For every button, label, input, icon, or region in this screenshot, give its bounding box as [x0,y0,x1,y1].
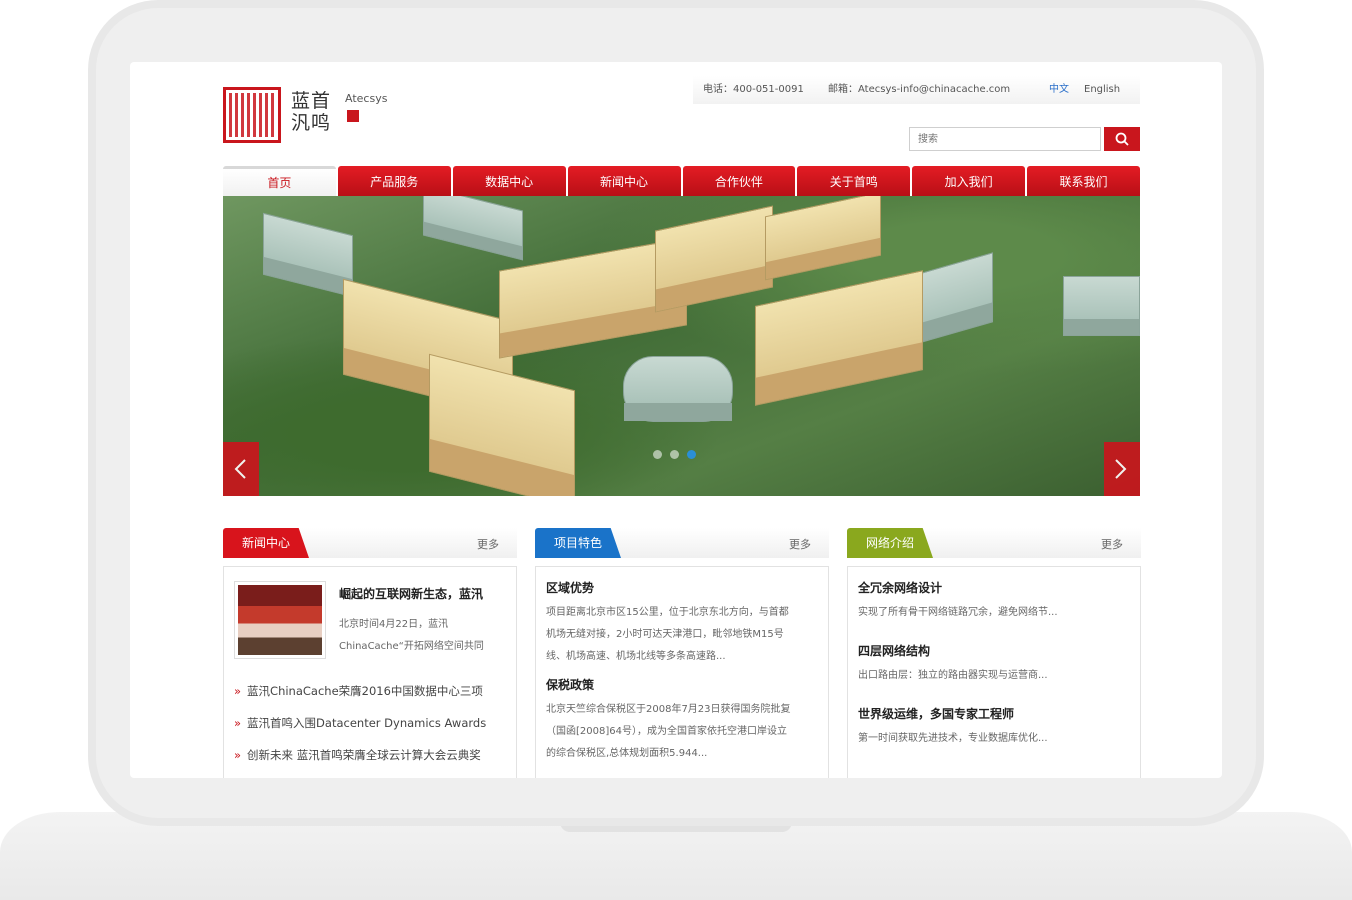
main-nav: 首页 产品服务 数据中心 新闻中心 合作伙伴 关于首鸣 加入我们 联系我们 [223,166,1140,196]
nav-item-news[interactable]: 新闻中心 [567,166,681,196]
nav-item-products[interactable]: 产品服务 [337,166,451,196]
list-item[interactable]: 创新未来 蓝汛首鸣荣膺全球云计算大会云典奖 [234,745,486,777]
banner-dot[interactable] [653,450,662,459]
network-section-text: 第一时间获取先进技术，专业数据库优化... [858,733,1048,744]
news-list: 蓝汛ChinaCache荣膺2016中国数据中心三项 蓝汛首鸣入围Datacen… [234,681,486,777]
project-section-text: （国函[2008]64号），成为全国首家依托空港口岸设立 [546,726,787,737]
news-tab[interactable]: 新闻中心 [223,528,309,558]
project-section-text: 北京天竺综合保税区于2008年7月23日获得国务院批复 [546,704,791,715]
project-tab[interactable]: 项目特色 [535,528,621,558]
nav-item-partners[interactable]: 合作伙伴 [682,166,796,196]
banner-dot-active[interactable] [687,450,696,459]
laptop-device: 蓝首汎鸣 Atecsys 电话：400-051-0091 邮箱：Atecsys-… [0,0,1352,900]
banner-next-button[interactable] [1104,442,1140,496]
network-section-text: 出口路由层：独立的路由器实现与运营商... [858,670,1048,681]
project-section-text: 的综合保税区,总体规划面积5.944... [546,748,708,759]
news-featured-date: 北京时间4月22日，蓝汛 [339,619,449,630]
lang-english-link[interactable]: English [1084,76,1120,104]
news-featured-summary: ChinaCache“开拓网络空间共同 [339,641,484,652]
network-section-title[interactable]: 世界级运维，多国专家工程师 [858,705,1130,722]
nav-item-about[interactable]: 关于首鸣 [797,166,911,196]
search-icon [1115,132,1129,146]
nav-item-contact[interactable]: 联系我们 [1027,166,1140,196]
logo-seal-icon[interactable] [223,87,281,143]
nav-item-datacenter[interactable]: 数据中心 [452,166,566,196]
list-item[interactable]: 蓝汛ChinaCache荣膺2016中国数据中心三项 [234,681,486,713]
project-section-text: 线、机场高速、机场北线等多条高速路... [546,651,726,662]
banner-dots [653,450,696,459]
project-more-link[interactable]: 更多 [789,536,811,552]
lang-chinese-link[interactable]: 中文 [1049,76,1069,104]
laptop-screen: 蓝首汎鸣 Atecsys 电话：400-051-0091 邮箱：Atecsys-… [130,62,1222,778]
hero-banner-image [223,196,1140,496]
search-input[interactable] [909,127,1101,151]
logo-chinese-name: 蓝首汎鸣 [291,90,332,134]
banner-dot[interactable] [670,450,679,459]
logo-badge-icon [347,110,359,122]
news-featured-title[interactable]: 崛起的互联网新生态，蓝汛 [339,585,483,602]
chevron-right-icon [1115,459,1127,479]
network-section-title[interactable]: 四层网络结构 [858,642,1130,659]
news-more-link[interactable]: 更多 [477,536,499,552]
project-section-text: 机场无缝对接，2小时可达天津港口，毗邻地铁M15号 [546,629,784,640]
email-text: 邮箱：Atecsys-info@chinacache.com [828,84,1011,95]
network-more-link[interactable]: 更多 [1101,536,1123,552]
network-tab[interactable]: 网络介绍 [847,528,933,558]
nav-item-join[interactable]: 加入我们 [912,166,1026,196]
network-panel: 网络介绍 更多 全冗余网络设计 实现了所有骨干网络链路冗余，避免网络节... 四… [847,528,1141,778]
project-panel: 项目特色 更多 区域优势 项目距离北京市区15公里，位于北京东北方向，与首都 机… [535,528,829,778]
network-section-text: 实现了所有骨干网络链路冗余，避免网络节... [858,607,1058,618]
list-item[interactable]: 蓝汛首鸣入围Datacenter Dynamics Awards [234,713,486,745]
network-section-title[interactable]: 全冗余网络设计 [858,579,1130,596]
banner-prev-button[interactable] [223,442,259,496]
news-panel: 新闻中心 更多 崛起的互联网新生态，蓝汛 北京时间4月22日，蓝汛 ChinaC… [223,528,517,778]
contact-bar: 电话：400-051-0091 邮箱：Atecsys-info@chinacac… [693,76,1140,104]
chevron-left-icon [234,459,246,479]
phone-text: 电话：400-051-0091 [703,84,804,95]
nav-item-home[interactable]: 首页 [223,166,336,196]
search-button[interactable] [1104,127,1140,151]
project-section-text: 项目距离北京市区15公里，位于北京东北方向，与首都 [546,607,789,618]
logo-english-name: Atecsys [345,92,388,105]
project-section-title[interactable]: 保税政策 [546,676,818,693]
project-section-title[interactable]: 区域优势 [546,579,818,596]
news-thumbnail-image[interactable] [234,581,326,659]
